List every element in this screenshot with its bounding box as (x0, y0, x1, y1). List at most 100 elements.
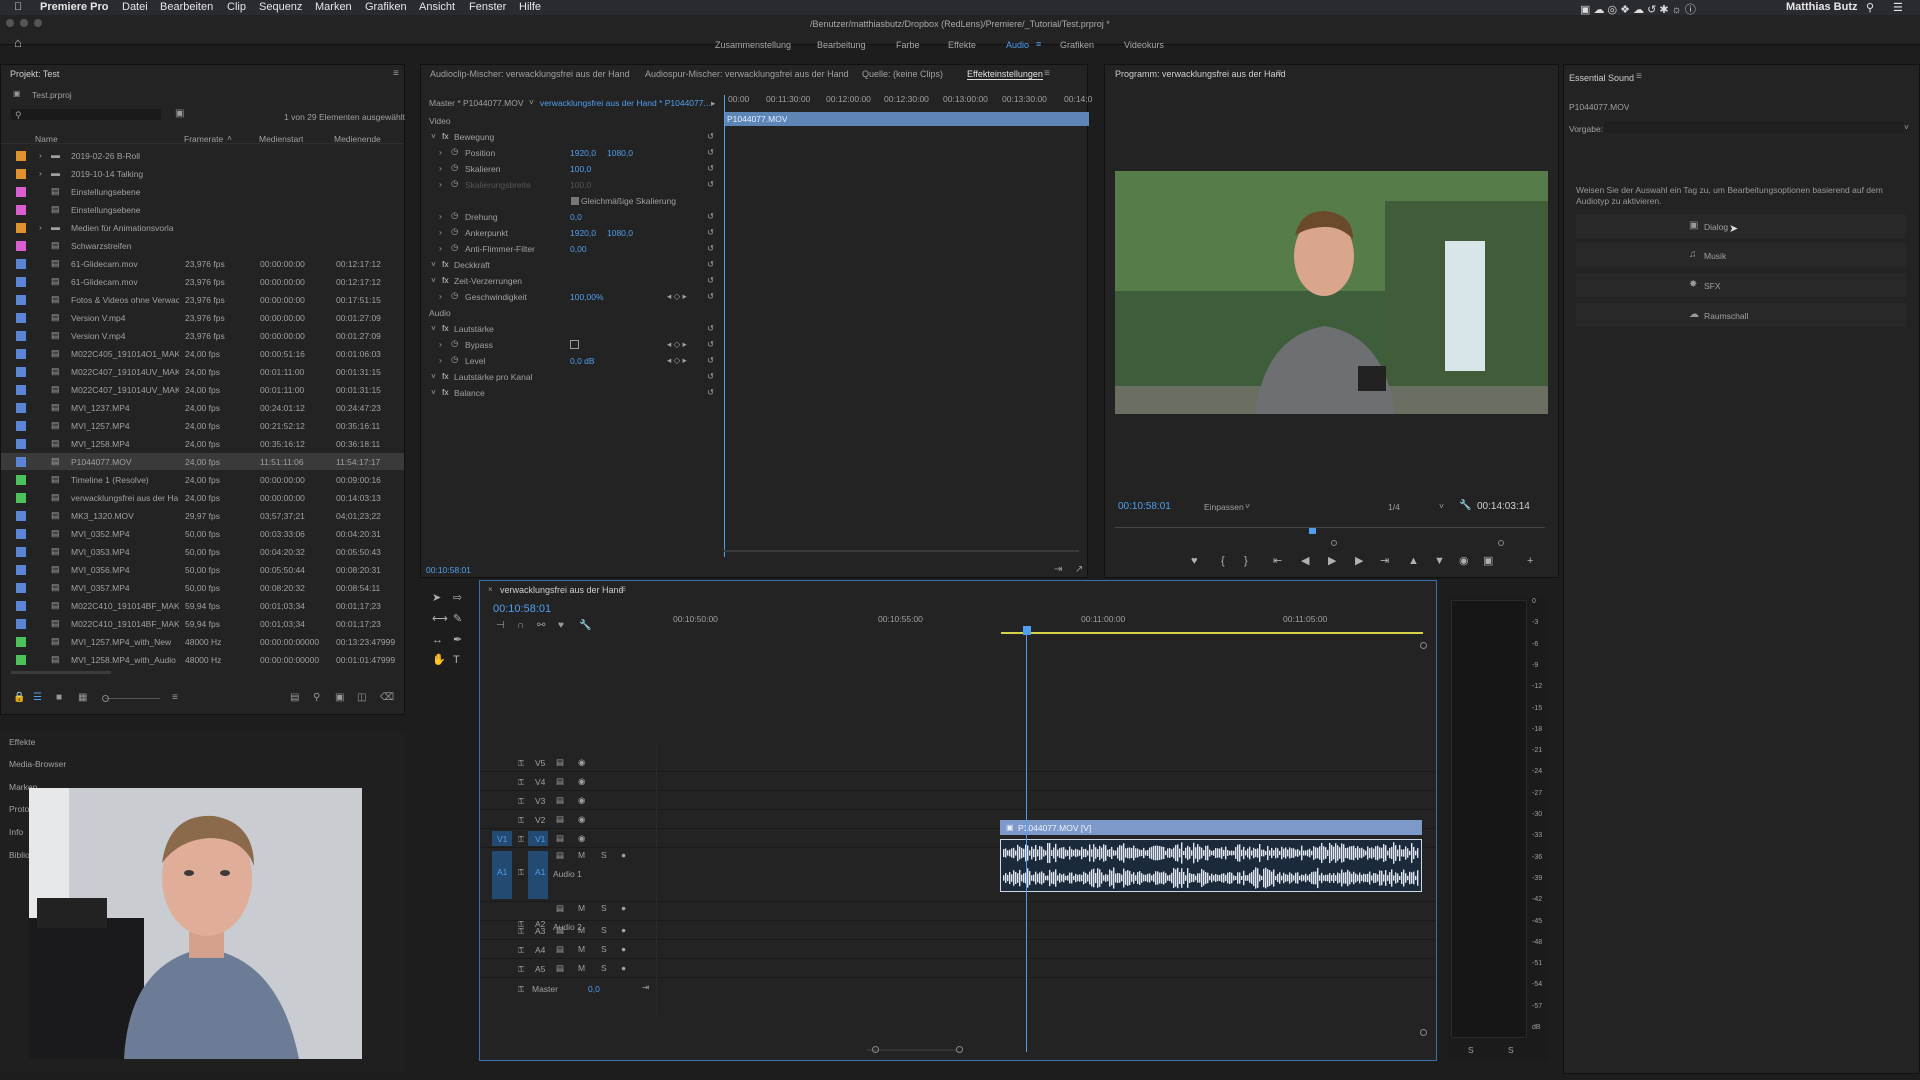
color-label[interactable] (16, 295, 26, 305)
effect-row[interactable]: › ◷ Skalierungsbreite 100,0 ↺ (421, 177, 721, 192)
freeform-view-icon[interactable]: ▦ (78, 693, 87, 703)
close-tab-icon[interactable]: × (488, 585, 493, 595)
effect-row[interactable]: › ◷ Position 1920,0 1080,0 ↺ (421, 145, 721, 160)
audio-clip[interactable] (1000, 839, 1422, 892)
lock-icon[interactable]: ⚿ (518, 758, 524, 769)
column-media-start[interactable]: Medienstart (259, 134, 303, 144)
scrubber-zoom-handle-right[interactable] (1498, 540, 1504, 546)
effect-row[interactable]: › ◷ Drehung 0,0 ↺ (421, 209, 721, 224)
reset-icon[interactable]: ↺ (707, 227, 714, 238)
list-item[interactable]: ▤ Einstellungsebene (1, 201, 404, 218)
step-back-icon[interactable]: ◀ (1301, 556, 1309, 567)
tab-source[interactable]: Quelle: (keine Clips) (862, 69, 943, 79)
list-item[interactable]: ▤ MVI_0353.MP4 50,00 fps 00:04:20:32 00:05:5… (1, 543, 404, 560)
workspace-menu-icon[interactable]: ≡ (1036, 39, 1041, 49)
lift-icon[interactable]: ▲ (1408, 556, 1419, 567)
go-to-out-icon[interactable]: ⇥ (1380, 556, 1389, 567)
preset-dropdown[interactable] (1604, 121, 1904, 133)
effect-timeline-ruler[interactable]: 00:00 00:11:30:00 00:12:00:00 00:12:30:00 00… (724, 93, 1092, 105)
expand-icon[interactable]: › (439, 179, 442, 189)
color-label[interactable] (16, 331, 26, 341)
list-item[interactable]: ▤ M022C410_191014BF_MAK 59,94 fps 00:01;03;… (1, 597, 404, 614)
reset-icon[interactable]: ↺ (707, 323, 714, 334)
panel-menu-icon[interactable]: ≡ (1044, 69, 1050, 79)
effect-value[interactable]: 100,0 (570, 164, 591, 174)
effect-value-2[interactable]: 1080,0 (607, 228, 633, 238)
color-label[interactable] (16, 457, 26, 467)
reset-icon[interactable]: ↺ (707, 387, 714, 398)
fx-badge-icon[interactable]: fx (442, 131, 449, 141)
reset-icon[interactable]: ↺ (707, 355, 714, 366)
effect-timecode[interactable]: 00:10:58:01 (426, 565, 471, 575)
sync-lock-icon[interactable]: ▤ (556, 903, 564, 914)
razor-tool-icon[interactable]: ✎ (453, 614, 462, 625)
effect-row[interactable]: › ◷ Anti-Flimmer-Filter 0,00 ↺ (421, 241, 721, 256)
lock-icon[interactable]: ⚿ (518, 834, 524, 845)
extract-icon[interactable]: ▼ (1434, 556, 1445, 567)
wrench-icon[interactable]: 🔧 (1459, 501, 1471, 511)
list-item[interactable]: ▤ M022C407_191014UV_MAK 24,00 fps 00:01:11:… (1, 363, 404, 380)
effect-row[interactable]: › ◷ Bypass ↺ ◂ ◇ ▸ (421, 337, 721, 352)
sync-lock-icon[interactable]: ▤ (556, 925, 564, 936)
voiceover-mic-icon[interactable]: ● (621, 963, 626, 973)
workspace-bearbeitung[interactable]: Bearbeitung (817, 40, 866, 50)
stopwatch-icon[interactable]: ◷ (451, 354, 458, 365)
sort-icon[interactable]: ≡ (172, 693, 178, 703)
list-item[interactable]: ▤ Timeline 1 (Resolve) 24,00 fps 00:00:00:0… (1, 471, 404, 488)
column-name[interactable]: Name (35, 134, 58, 144)
expand-icon[interactable]: › (439, 163, 442, 173)
panel-menu-icon[interactable]: ≡ (620, 585, 626, 595)
program-title[interactable]: Programm: verwacklungsfrei aus der Hand (1115, 69, 1286, 79)
comparison-view-icon[interactable]: ▣ (1483, 556, 1493, 567)
color-label[interactable] (16, 547, 26, 557)
stopwatch-icon[interactable]: ◷ (451, 242, 458, 253)
zoom-slider-handle[interactable] (102, 695, 109, 702)
menu-bearbeiten[interactable]: Bearbeiten (160, 1, 213, 13)
apple-icon[interactable]:  (14, 1, 22, 13)
list-item[interactable]: ▤ MVI_1257.MP4_with_New 48000 Hz 00:00:00:0… (1, 633, 404, 650)
solo-right-button[interactable]: S (1508, 1045, 1514, 1055)
track-target[interactable] (528, 904, 548, 919)
zoom-window-button[interactable] (34, 19, 42, 27)
menu-sequenz[interactable]: Sequenz (259, 1, 302, 13)
reset-icon[interactable]: ↺ (707, 243, 714, 254)
vertical-zoom-handle-top[interactable] (1420, 642, 1427, 649)
lock-icon[interactable]: ⚿ (518, 867, 524, 878)
expand-icon[interactable]: › (439, 355, 442, 365)
user-name[interactable]: Matthias Butz (1786, 1, 1858, 13)
reset-icon[interactable]: ↺ (707, 179, 714, 190)
program-timecode[interactable]: 00:10:58:01 (1118, 501, 1171, 512)
effect-row[interactable]: ˅ fx Zeit-Verzerrungen ↺ (421, 273, 721, 288)
linked-selection-icon[interactable]: ⚯ (537, 621, 545, 631)
reset-icon[interactable]: ↺ (707, 211, 714, 222)
keyframe-nav-icon[interactable]: ◂ ◇ ▸ (667, 355, 687, 366)
expand-icon[interactable]: › (39, 168, 42, 178)
effect-clip-bar[interactable]: P1044077.MOV (724, 112, 1089, 126)
list-item[interactable]: ▤ MK3_1320.MOV 29,97 fps 03;57;37;21 04;01;2… (1, 507, 404, 524)
color-label[interactable] (16, 367, 26, 377)
master-volume[interactable]: 0,0 (588, 984, 600, 994)
menu-ansicht[interactable]: Ansicht (419, 1, 455, 13)
list-item[interactable]: ▤ M022C410_191014BF_MAK 59,94 fps 00:01;03;… (1, 615, 404, 632)
vertical-zoom-handle-bottom[interactable] (1420, 1029, 1427, 1036)
color-label[interactable] (16, 637, 26, 647)
bypass-checkbox[interactable] (570, 340, 579, 349)
timeline-ruler[interactable]: 00:10:50:00 00:10:55:00 00:11:00:00 00:11:0… (657, 613, 1425, 627)
sequence-clip-label[interactable]: verwacklungsfrei aus der Hand * P1044077… (540, 98, 711, 108)
scroll-handle-right[interactable] (956, 1046, 963, 1053)
list-item[interactable]: › ▬ 2019-02-26 B-Roll (1, 147, 404, 164)
sync-lock-icon[interactable]: ▤ (556, 850, 564, 861)
play-icon[interactable]: ▶ (1328, 556, 1336, 567)
effect-value-2[interactable]: 1080,0 (607, 148, 633, 158)
effect-value[interactable]: 0,0 (570, 212, 582, 222)
reset-icon[interactable]: ↺ (707, 259, 714, 270)
video-clip[interactable]: ▣ P1044077.MOV [V] (1000, 820, 1422, 835)
add-marker-icon[interactable]: ♥ (558, 621, 564, 631)
timeline-timecode[interactable]: 00:10:58:01 (493, 603, 551, 615)
reset-icon[interactable]: ↺ (707, 131, 714, 142)
program-video-frame[interactable] (1115, 171, 1548, 414)
work-area-bar[interactable] (1001, 632, 1423, 634)
expand-icon[interactable]: › (439, 339, 442, 349)
voiceover-mic-icon[interactable]: ● (621, 850, 626, 860)
close-window-button[interactable] (6, 19, 14, 27)
